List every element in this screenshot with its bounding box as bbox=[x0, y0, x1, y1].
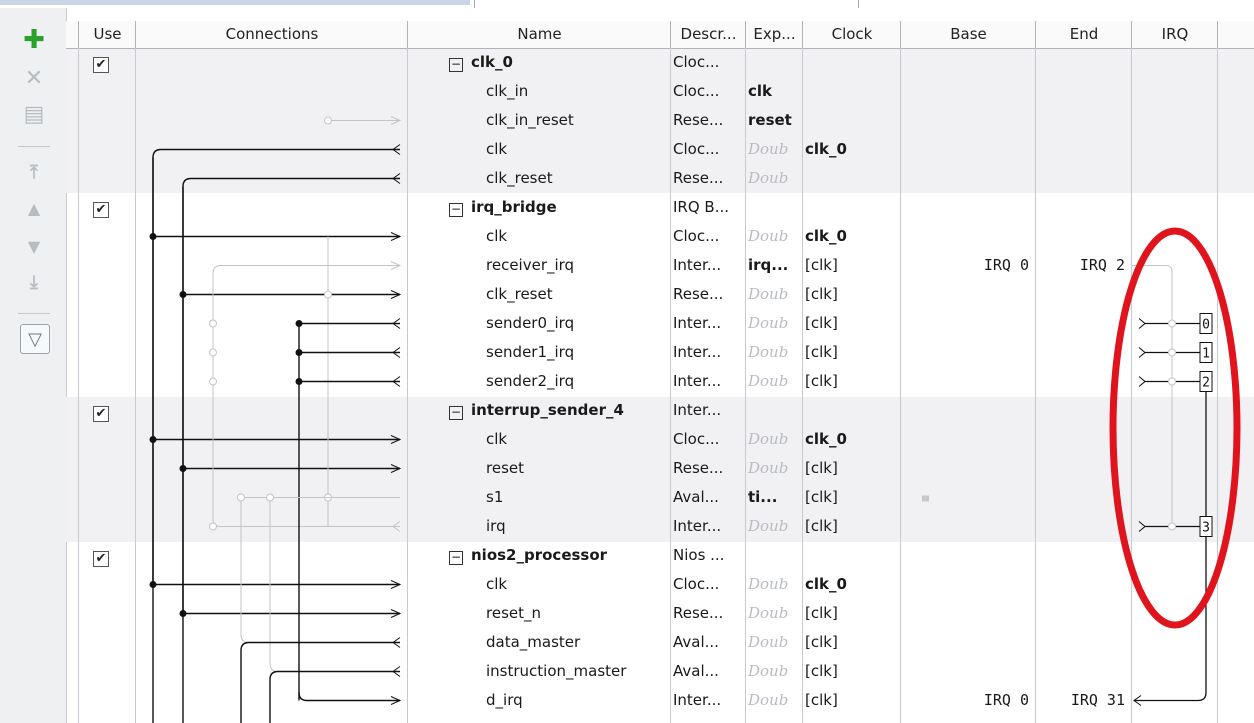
system-contents-table: Use Connections Name Descr... Exp... Clo… bbox=[66, 8, 1254, 723]
master-wire bbox=[269, 670, 400, 723]
connection-wires[interactable]: 0 1 2 3 bbox=[66, 8, 1254, 723]
connection-point bbox=[1168, 319, 1176, 328]
irq-arrow-icon bbox=[1138, 376, 1146, 387]
move-top-icon[interactable]: ⤒ bbox=[20, 158, 48, 186]
irq-number-label: 3 bbox=[1202, 521, 1210, 536]
toolbar-divider bbox=[18, 313, 50, 314]
toolbar-divider bbox=[18, 146, 50, 147]
add-icon[interactable]: ✚ bbox=[20, 25, 48, 55]
clock-bus-wire bbox=[152, 148, 400, 585]
connection-point bbox=[209, 522, 217, 531]
filter-icon[interactable]: ▽ bbox=[20, 324, 50, 354]
lock-icon bbox=[922, 495, 929, 502]
master-wire bbox=[240, 641, 400, 723]
remove-icon[interactable]: ✕ bbox=[20, 64, 48, 92]
move-bottom-icon[interactable]: ⤓ bbox=[20, 268, 48, 296]
annotation-ellipse bbox=[1109, 227, 1241, 629]
top-strip bbox=[0, 0, 1254, 8]
irq-arrow-icon bbox=[1138, 318, 1146, 329]
left-toolbar: ✚ ✕ ▤ ⤒ ▲ ▼ ⤓ ▽ bbox=[0, 8, 67, 723]
connection-point bbox=[209, 319, 217, 328]
connection-dot bbox=[295, 349, 303, 356]
connection-point bbox=[324, 290, 332, 299]
receiver-irq-wire bbox=[212, 265, 400, 527]
irq-arrow-icon bbox=[1138, 347, 1146, 358]
connection-point bbox=[1168, 377, 1176, 386]
connection-point bbox=[209, 377, 217, 386]
irq-number-label: 2 bbox=[1202, 376, 1210, 391]
data-master-wire bbox=[240, 497, 400, 643]
reset-bus-wire bbox=[182, 177, 400, 614]
edit-icon[interactable]: ▤ bbox=[20, 100, 48, 128]
connection-dot bbox=[295, 378, 303, 385]
connection-point bbox=[1168, 348, 1176, 357]
irq-number-label: 0 bbox=[1202, 318, 1210, 333]
connection-dot bbox=[295, 320, 303, 327]
tab-divider bbox=[474, 0, 475, 8]
connection-point bbox=[266, 493, 274, 502]
d-irq-wire bbox=[298, 323, 400, 702]
move-up-icon[interactable]: ▲ bbox=[20, 194, 48, 222]
irq-arrow-icon bbox=[1138, 521, 1146, 532]
irq-number-label: 1 bbox=[1202, 347, 1210, 362]
tab-divider bbox=[858, 0, 859, 8]
tab-strip bbox=[0, 0, 470, 5]
irq-bridge-wire bbox=[1132, 265, 1173, 527]
connection-point bbox=[237, 493, 245, 502]
connection-point bbox=[1168, 522, 1176, 531]
move-down-icon[interactable]: ▼ bbox=[20, 232, 48, 260]
connection-point bbox=[209, 348, 217, 357]
connection-point bbox=[324, 116, 332, 125]
